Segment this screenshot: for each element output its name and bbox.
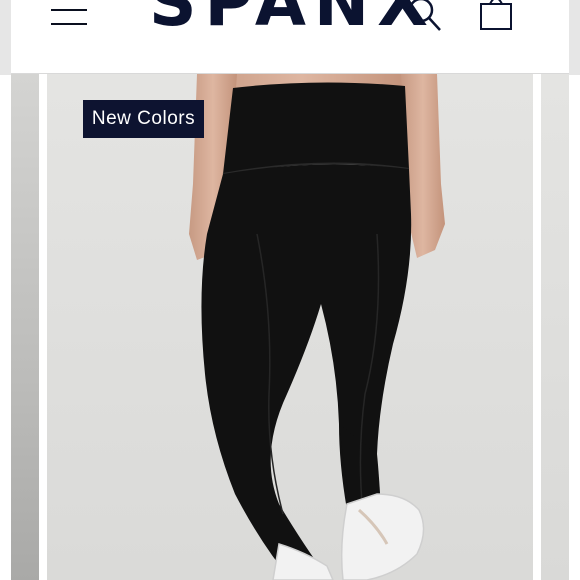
new-colors-badge: New Colors — [83, 100, 204, 138]
leggings-model-illustration — [47, 74, 533, 580]
search-icon[interactable] — [407, 0, 443, 36]
right-margin — [569, 75, 580, 580]
previous-slide-peek[interactable] — [11, 74, 39, 580]
product-photo[interactable] — [47, 74, 533, 580]
product-image-carousel[interactable] — [11, 74, 569, 580]
left-margin — [0, 75, 11, 580]
next-slide-peek[interactable] — [541, 74, 569, 580]
shopping-bag-icon[interactable] — [477, 0, 515, 32]
hamburger-menu-icon[interactable] — [51, 5, 87, 27]
site-header: SPANX — [11, 0, 569, 74]
spanx-logo[interactable]: SPANX — [149, 0, 436, 36]
